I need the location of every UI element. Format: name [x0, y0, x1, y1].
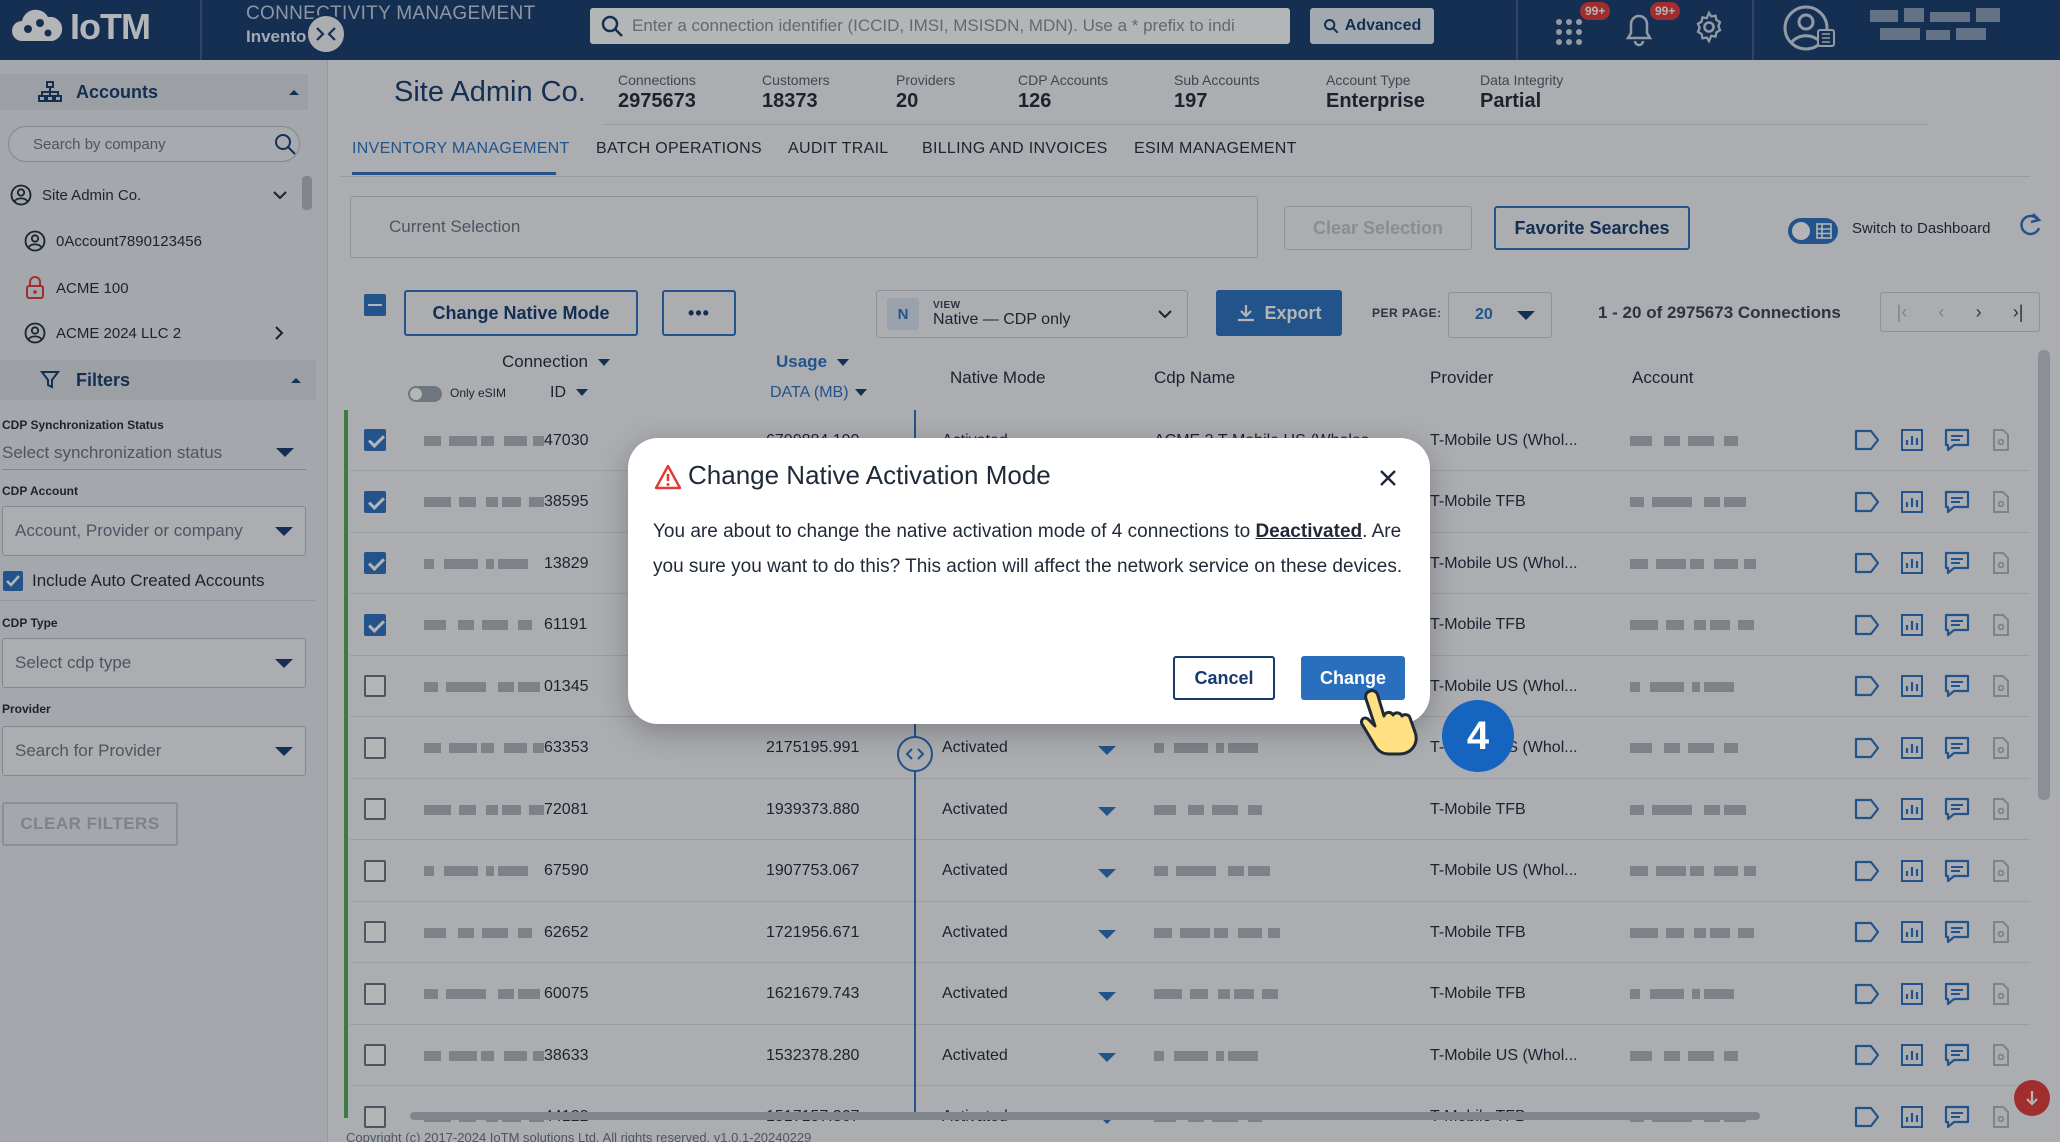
step-number-badge: 4: [1442, 700, 1514, 772]
close-icon[interactable]: [1378, 468, 1398, 488]
dialog-target-mode: Deactivated: [1255, 521, 1363, 542]
dialog-message-prefix: You are about to change the native activ…: [653, 521, 1256, 542]
pointer-hand-icon: [1360, 689, 1418, 756]
change-native-mode-dialog: Change Native Activation Mode You are ab…: [628, 438, 1430, 724]
dialog-message: You are about to change the native activ…: [653, 514, 1413, 584]
warning-icon: [654, 464, 682, 490]
cancel-button[interactable]: Cancel: [1173, 656, 1275, 700]
dialog-title: Change Native Activation Mode: [688, 460, 1051, 490]
